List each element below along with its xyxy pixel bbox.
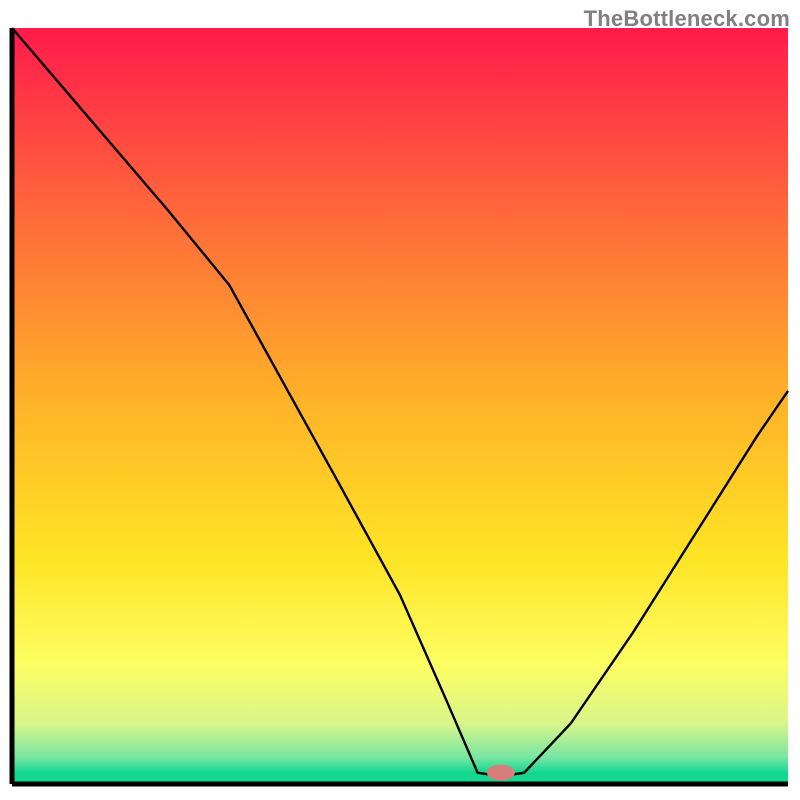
plot-background xyxy=(12,28,788,784)
chart-svg xyxy=(0,0,800,800)
optimal-point-marker xyxy=(487,765,515,781)
watermark-text: TheBottleneck.com xyxy=(584,6,790,32)
bottleneck-chart: TheBottleneck.com xyxy=(0,0,800,800)
